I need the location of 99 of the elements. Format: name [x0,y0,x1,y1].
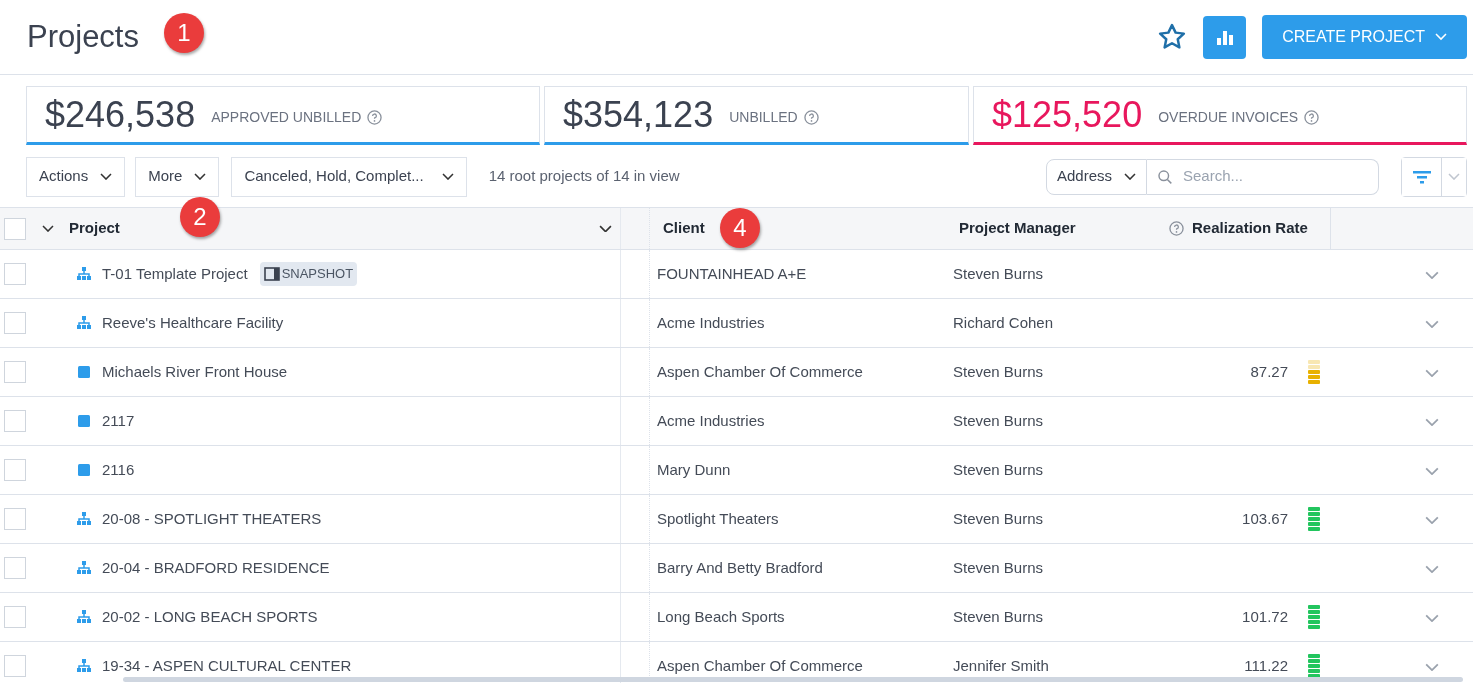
chevron-icon [1448,172,1460,181]
client-name: Long Beach Sports [657,607,785,625]
project-name[interactable]: T-01 Template Project [102,262,248,286]
manager-name: Steven Burns [953,264,1044,282]
project-name[interactable]: 20-02 - LONG BEACH SPORTS [102,605,318,629]
chevron-icon [1425,613,1439,622]
row-checkbox[interactable] [4,361,26,383]
client-name: Acme Industries [657,411,765,429]
row-checkbox[interactable] [4,410,26,432]
column-header: Project [69,218,120,239]
rate-value: 101.72 [1242,606,1288,627]
row-checkbox[interactable] [4,606,26,628]
chevron-icon [1425,368,1439,377]
bar-chart-icon [1215,29,1234,45]
client-name: Barry And Betty Bradford [657,558,823,576]
filter-button[interactable] [1402,157,1442,196]
chevron-icon [441,172,454,181]
row-checkbox[interactable] [4,459,26,481]
client-name: Aspen Chamber Of Commerce [657,362,863,380]
chevron-icon [599,224,612,233]
hierarchy-icon [76,659,92,673]
row-checkbox[interactable] [4,508,26,530]
chevron-icon [194,172,207,181]
project-name[interactable]: 20-08 - SPOTLIGHT THEATERS [102,507,322,531]
stat-label: UNBILLED [729,108,798,127]
rate-value: 111.22 [1244,655,1288,676]
stat-value: $246,538 [45,92,196,137]
hierarchy-icon [76,512,92,526]
client-name: Spotlight Theaters [657,509,779,527]
manager-name: Steven Burns [953,411,1044,429]
horizontal-scrollbar[interactable] [123,677,1463,682]
chart-button[interactable] [1203,15,1247,59]
project-name[interactable]: 2117 [102,409,135,433]
client-name: Acme Industries [657,313,765,331]
chevron-icon [42,224,54,233]
manager-name: Steven Burns [953,558,1044,576]
status-filter-dropdown[interactable]: Canceled, Hold, Complet... [231,156,467,197]
panel-icon [263,267,280,281]
project-name[interactable]: 19-34 - ASPEN CULTURAL CENTER [102,654,352,678]
help-icon [1304,110,1320,125]
client-name: Aspen Chamber Of Commerce [657,656,863,674]
help-icon [1169,221,1184,236]
snapshot-tag: SNAPSHOT [259,262,358,286]
manager-name: Steven Burns [953,362,1044,380]
manager-name: Steven Burns [953,607,1044,625]
filter-icon [1412,169,1431,184]
project-name[interactable]: Michaels River Front House [102,360,288,384]
search-icon [1157,167,1173,186]
project-square-icon [76,414,92,428]
project-square-icon [76,365,92,379]
step-callout: 1 [164,13,204,53]
row-checkbox[interactable] [4,557,26,579]
star-icon[interactable] [1157,22,1188,52]
search-field[interactable]: Search... [1147,158,1379,195]
hierarchy-icon [76,316,92,330]
hierarchy-icon [76,610,92,624]
chevron-icon [1425,417,1439,426]
summary-text: 14 root projects of 14 in view [488,166,680,187]
project-name[interactable]: Reeve's Healthcare Facility [102,311,284,335]
actions-dropdown[interactable]: Actions [26,156,126,197]
search-scope-dropdown[interactable]: Address [1046,158,1148,195]
more-dropdown[interactable]: More [135,156,220,197]
row-checkbox[interactable] [4,263,26,285]
chevron-icon [1425,270,1439,279]
help-icon [367,110,383,125]
project-square-icon [76,463,92,477]
hierarchy-icon [76,267,92,281]
project-name[interactable]: 20-04 - BRADFORD RESIDENCE [102,556,330,580]
chevron-icon [1435,33,1447,41]
manager-name: Jennifer Smith [953,656,1049,674]
project-name[interactable]: 2116 [102,458,135,482]
manager-name: Steven Burns [953,460,1044,478]
row-checkbox[interactable] [4,655,26,677]
chevron-icon [100,172,113,181]
manager-name: Richard Cohen [953,313,1054,331]
column-header: Project Manager [959,219,1076,237]
stat-value: $354,123 [563,92,714,137]
manager-name: Steven Burns [953,509,1044,527]
stat-value: $125,520 [992,92,1143,137]
rate-value: 87.27 [1250,361,1288,382]
chevron-icon [1425,564,1439,573]
select-all-checkbox[interactable] [4,217,26,240]
chevron-icon [1425,466,1439,475]
page-title: Projects [27,17,139,56]
client-name: Mary Dunn [657,460,731,478]
chevron-icon [1425,662,1439,671]
column-header: Realization Rate [1192,218,1308,239]
step-callout: 2 [180,197,220,237]
stat-label: OVERDUE INVOICES [1158,108,1299,127]
chevron-icon [1425,319,1439,328]
help-icon [803,110,819,125]
client-name: FOUNTAINHEAD A+E [657,264,807,282]
chevron-icon [1124,172,1137,181]
row-checkbox[interactable] [4,312,26,334]
rate-value: 103.67 [1242,508,1288,529]
stat-label: APPROVED UNBILLED [211,108,362,127]
chevron-icon [1425,515,1439,524]
column-header: Client [663,219,705,237]
hierarchy-icon [76,561,92,575]
